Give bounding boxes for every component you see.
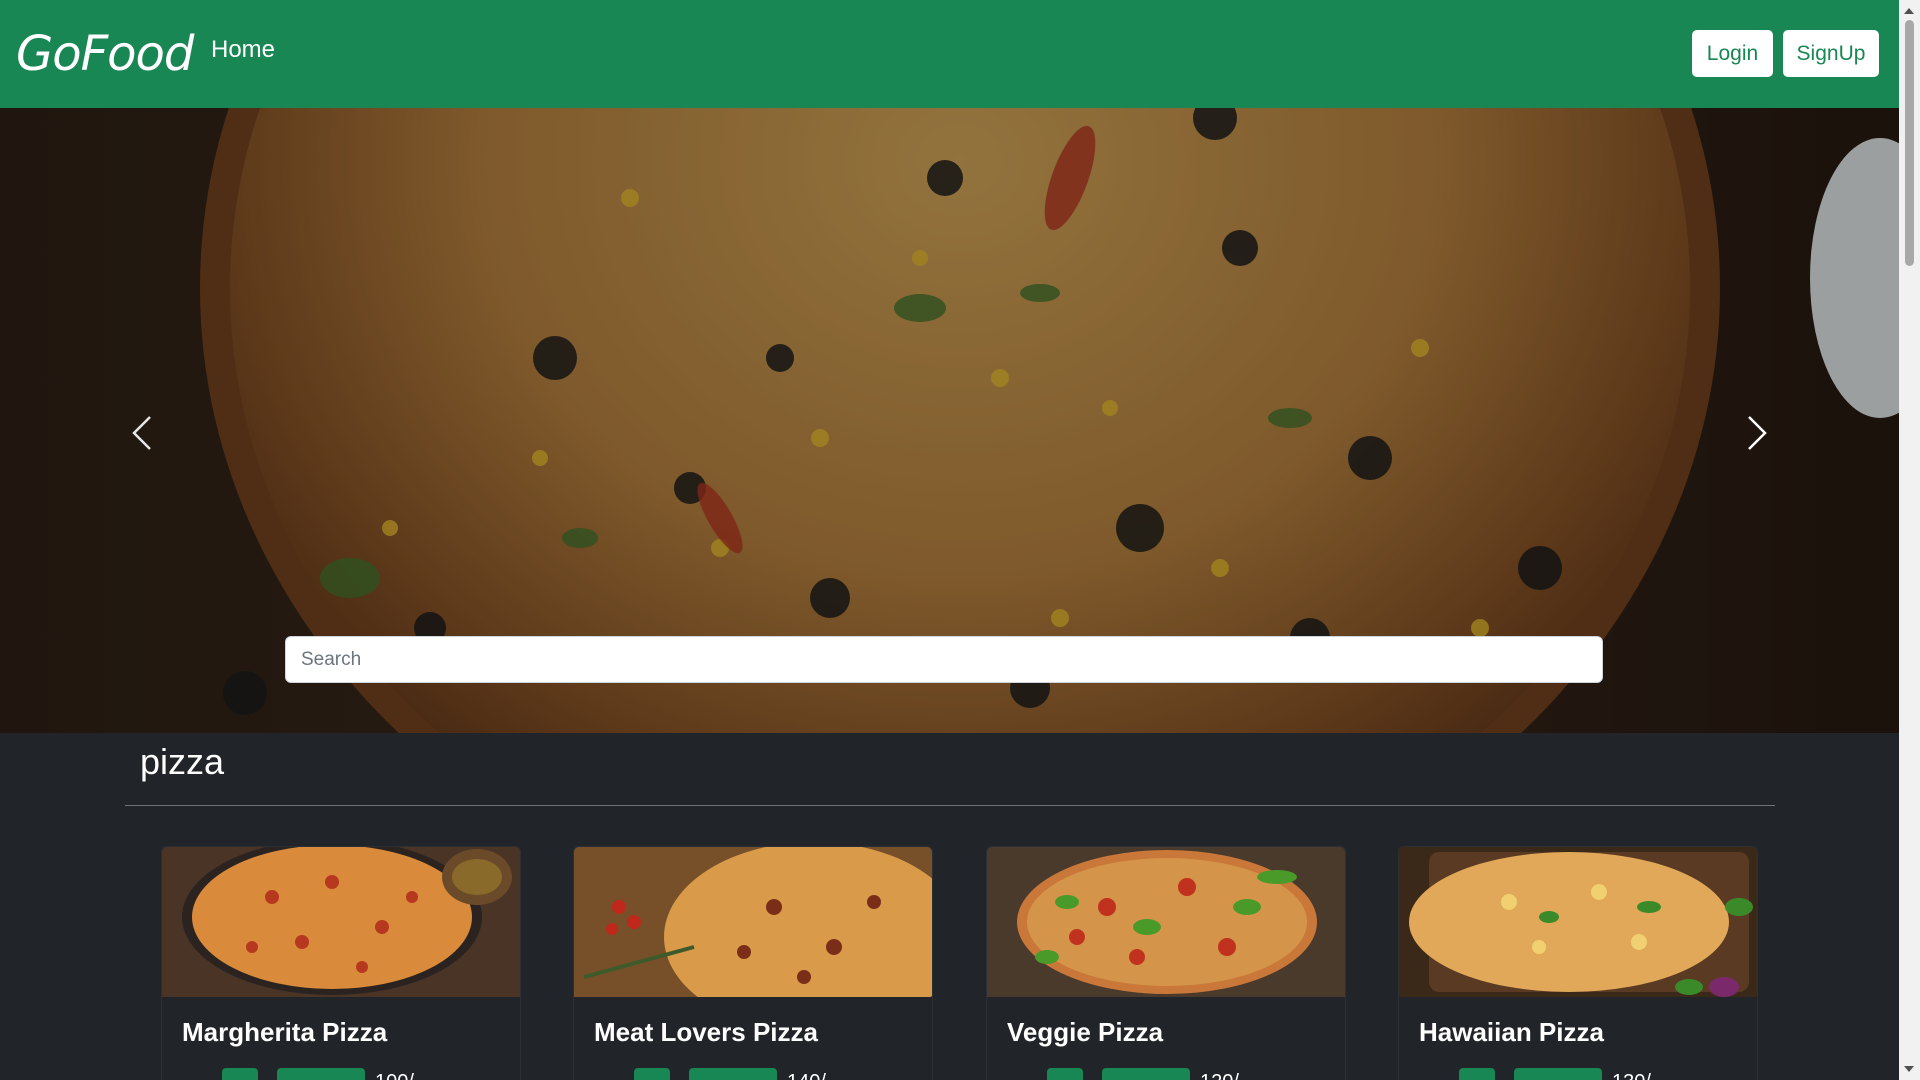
chevron-left-icon: [132, 416, 151, 450]
nav-home-link[interactable]: Home: [211, 34, 275, 66]
carousel-next-button[interactable]: [1727, 393, 1787, 473]
quantity-select[interactable]: [1459, 1068, 1495, 1080]
veggie-pizza-image: [987, 847, 1345, 997]
hawaiian-pizza-image: [1399, 847, 1757, 997]
card-title: Hawaiian Pizza: [1419, 1017, 1604, 1047]
quantity-select[interactable]: [1047, 1068, 1083, 1080]
food-card: Margherita Pizza 100/-: [161, 846, 521, 1080]
chevron-right-icon: [1748, 416, 1767, 450]
search-box: [285, 636, 1603, 683]
size-select[interactable]: [277, 1068, 365, 1080]
scrollbar-thumb[interactable]: [1905, 20, 1914, 266]
margherita-pizza-image: [162, 847, 520, 997]
scroll-up-icon[interactable]: [1904, 8, 1914, 14]
food-card: Meat Lovers Pizza 140/-: [573, 846, 933, 1080]
size-select[interactable]: [1514, 1068, 1602, 1080]
food-card: Hawaiian Pizza 130/-: [1398, 846, 1758, 1080]
card-price: 120/-: [1200, 1068, 1246, 1080]
hero-carousel: [0, 108, 1899, 733]
navbar: GoFood Home Login SignUp: [0, 0, 1899, 108]
size-select[interactable]: [1102, 1068, 1190, 1080]
signup-button[interactable]: SignUp: [1783, 30, 1879, 77]
card-title: Veggie Pizza: [1007, 1017, 1164, 1047]
card-price: 140/-: [787, 1068, 833, 1080]
card-price: 100/-: [375, 1068, 421, 1080]
quantity-select[interactable]: [222, 1068, 258, 1080]
vertical-scrollbar[interactable]: [1899, 0, 1920, 1080]
size-select[interactable]: [689, 1068, 777, 1080]
login-button[interactable]: Login: [1692, 30, 1773, 77]
scroll-down-icon[interactable]: [1904, 1066, 1914, 1072]
carousel-prev-button[interactable]: [112, 393, 172, 473]
quantity-select[interactable]: [634, 1068, 670, 1080]
category-divider: [125, 805, 1775, 806]
card-title: Meat Lovers Pizza: [594, 1017, 818, 1047]
card-price: 130/-: [1612, 1068, 1658, 1080]
card-title: Margherita Pizza: [182, 1017, 388, 1047]
page: GoFood Home Login SignUp Search pizza Ma…: [0, 0, 1899, 1080]
search-input[interactable]: [286, 637, 1602, 682]
category-title: pizza: [140, 741, 225, 782]
meat-lovers-pizza-image: [574, 847, 932, 997]
brand-logo[interactable]: GoFood: [16, 22, 194, 86]
food-card: Veggie Pizza 120/-: [986, 846, 1346, 1080]
